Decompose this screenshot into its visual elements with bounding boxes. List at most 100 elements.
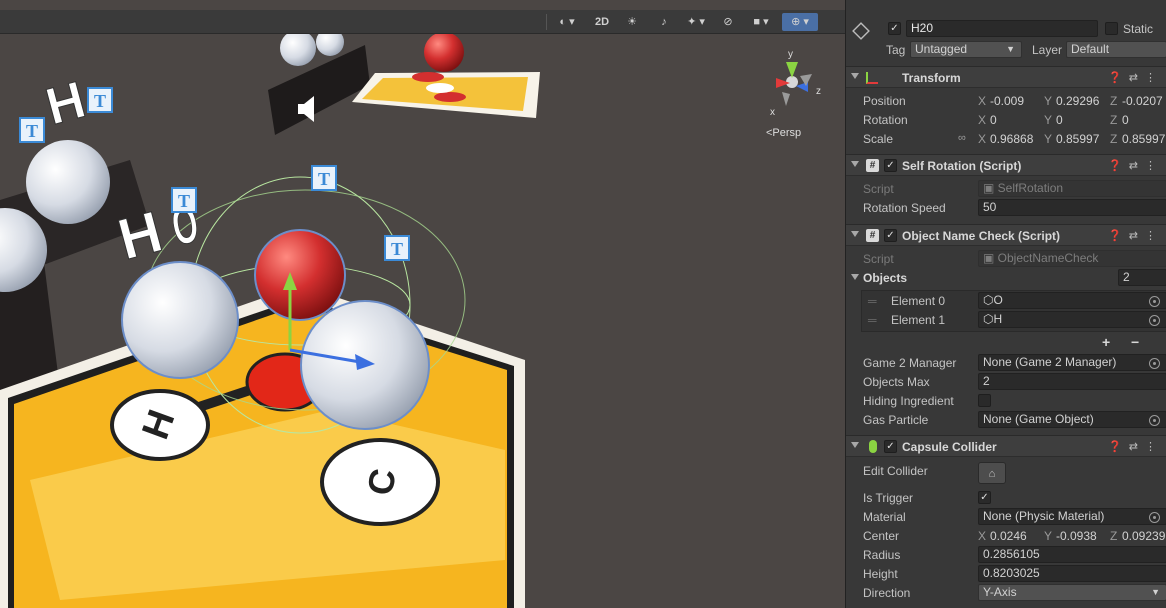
axis-x-label[interactable]: X xyxy=(978,94,986,108)
component-menu-icons[interactable]: ❓⇄⋮ xyxy=(1108,159,1163,172)
rotation-x-field[interactable]: 0 xyxy=(990,113,1040,127)
camera-settings-button[interactable]: ■ ▾ xyxy=(746,13,776,31)
object-picker-icon[interactable] xyxy=(1149,358,1160,369)
scale-x-field[interactable]: 0.96868 xyxy=(990,132,1040,146)
component-menu-icons[interactable]: ❓⇄⋮ xyxy=(1108,71,1163,84)
transform-header[interactable]: Transform ❓⇄⋮ xyxy=(846,66,1166,88)
remove-element-button[interactable]: − xyxy=(1131,334,1139,350)
layer-dropdown[interactable]: Default xyxy=(1066,41,1166,58)
rotation-z-field[interactable]: 0 xyxy=(1122,113,1166,127)
objects-count-input[interactable]: 2 xyxy=(1118,269,1166,286)
drag-handle-icon[interactable]: ═ xyxy=(868,313,877,327)
height-input[interactable]: 0.8203025 xyxy=(978,565,1166,582)
game-manager-field[interactable]: None (Game 2 Manager) xyxy=(978,354,1166,371)
oxygen-sphere xyxy=(254,229,346,321)
center-x-field[interactable]: 0.0246 xyxy=(990,529,1040,543)
axis-y-label[interactable]: Y xyxy=(1044,94,1052,108)
component-menu-icons[interactable]: ❓⇄⋮ xyxy=(1108,229,1163,242)
rotation-speed-input[interactable]: 50 xyxy=(978,199,1166,216)
axis-y-label[interactable]: Y xyxy=(1044,529,1052,543)
scene-canvas[interactable]: H C H H O T T T T T y x z xyxy=(0,0,845,608)
svg-text:T: T xyxy=(318,169,330,189)
self-rotation-enabled-checkbox[interactable]: ✓ xyxy=(884,159,897,172)
component-menu-icons[interactable]: ❓⇄⋮ xyxy=(1108,440,1163,453)
text-badge-4[interactable]: T xyxy=(311,165,337,191)
edit-collider-row: Edit Collider ⌂ xyxy=(846,462,1166,486)
object-name-input[interactable]: H20 xyxy=(906,20,1098,37)
objects-max-input[interactable]: 2 xyxy=(978,373,1166,390)
capsule-collider-header[interactable]: ✓ Capsule Collider ❓⇄⋮ xyxy=(846,435,1166,457)
text-badge-2[interactable]: T xyxy=(19,117,45,143)
edit-collider-button[interactable]: ⌂ xyxy=(978,462,1006,484)
drag-handle-icon[interactable]: ═ xyxy=(868,294,877,308)
visibility-icon: ⊘ xyxy=(723,16,733,28)
axis-z-label[interactable]: Z xyxy=(1110,113,1117,127)
self-rotation-header[interactable]: # ✓ Self Rotation (Script) ❓⇄⋮ xyxy=(846,154,1166,176)
projection-toggle[interactable]: <Persp xyxy=(766,127,801,139)
foldout-arrow-icon[interactable] xyxy=(851,442,859,448)
is-trigger-checkbox[interactable]: ✓ xyxy=(978,491,991,504)
rotation-y-field[interactable]: 0 xyxy=(1056,113,1106,127)
center-z-field[interactable]: 0.09239 xyxy=(1122,529,1166,543)
lighting-toggle-button[interactable]: ☀ xyxy=(622,13,642,31)
edit-collider-icon: ⌂ xyxy=(988,468,996,480)
name-check-enabled-checkbox[interactable]: ✓ xyxy=(884,229,897,242)
position-label: Position xyxy=(863,94,906,108)
text-badge-5[interactable]: T xyxy=(384,235,410,261)
axis-y-label[interactable]: Y xyxy=(1044,113,1052,127)
axis-y-label[interactable]: Y xyxy=(1044,132,1052,146)
axis-z-label[interactable]: Z xyxy=(1110,94,1117,108)
object-picker-icon[interactable] xyxy=(1149,415,1160,426)
axis-z-label[interactable]: Z xyxy=(1110,529,1117,543)
position-y-field[interactable]: 0.29296 xyxy=(1056,94,1106,108)
hiding-ingredient-checkbox[interactable] xyxy=(978,394,991,407)
direction-row: Direction Y-Axis ▼ xyxy=(846,584,1166,603)
foldout-arrow-icon[interactable] xyxy=(851,274,859,280)
scene-visibility-button[interactable]: ⊘ xyxy=(716,13,740,31)
axis-x-label[interactable]: X xyxy=(978,529,986,543)
shading-mode-icon: ◐ ▾ xyxy=(559,16,575,28)
object-picker-icon[interactable] xyxy=(1149,315,1160,326)
shading-mode-button[interactable]: ◐ ▾ xyxy=(552,13,582,31)
effects-icon: ✦ ▾ xyxy=(687,16,705,28)
static-checkbox[interactable] xyxy=(1105,22,1118,35)
text-badge-1[interactable]: T xyxy=(87,87,113,113)
foldout-arrow-icon[interactable] xyxy=(851,161,859,167)
object-name-check-header[interactable]: # ✓ Object Name Check (Script) ❓⇄⋮ xyxy=(846,224,1166,246)
object-active-checkbox[interactable]: ✓ xyxy=(888,22,901,35)
scale-z-field[interactable]: 0.85997 xyxy=(1122,132,1166,146)
center-y-field[interactable]: -0.0938 xyxy=(1056,529,1106,543)
object-picker-icon[interactable] xyxy=(1149,512,1160,523)
link-icon[interactable]: ∞ xyxy=(958,132,966,144)
capsule-collider-enabled-checkbox[interactable]: ✓ xyxy=(884,440,897,453)
add-element-button[interactable]: + xyxy=(1102,334,1110,350)
hiding-ingredient-label: Hiding Ingredient xyxy=(863,394,954,408)
material-field[interactable]: None (Physic Material) xyxy=(978,508,1166,525)
axis-x-label[interactable]: X xyxy=(978,132,986,146)
position-z-field[interactable]: -0.0207 xyxy=(1122,94,1166,108)
tag-dropdown[interactable]: Untagged ▼ xyxy=(910,41,1022,58)
text-badge-3[interactable]: T xyxy=(171,187,197,213)
foldout-arrow-icon[interactable] xyxy=(851,231,859,237)
scale-y-field[interactable]: 0.85997 xyxy=(1056,132,1106,146)
foldout-arrow-icon[interactable] xyxy=(851,73,859,79)
static-label[interactable]: Static xyxy=(1123,22,1153,36)
self-rotation-script-field: ▣ SelfRotation xyxy=(978,180,1166,197)
objects-label: Objects xyxy=(863,271,908,285)
axis-z-label[interactable]: Z xyxy=(1110,132,1117,146)
gas-particle-field[interactable]: None (Game Object) xyxy=(978,411,1166,428)
position-x-field[interactable]: -0.009 xyxy=(990,94,1040,108)
element-1-field[interactable]: ⬡H xyxy=(978,311,1166,328)
direction-dropdown[interactable]: Y-Axis ▼ xyxy=(978,584,1166,601)
2d-toggle-button[interactable]: 2D xyxy=(590,13,614,31)
object-picker-icon[interactable] xyxy=(1149,296,1160,307)
effects-button[interactable]: ✦ ▾ xyxy=(682,13,710,31)
axis-x-label[interactable]: X xyxy=(978,113,986,127)
rotation-row: Rotation X 0 Y 0 Z 0 xyxy=(846,111,1166,130)
element-0-field[interactable]: ⬡O xyxy=(978,292,1166,309)
radius-input[interactable]: 0.2856105 xyxy=(978,546,1166,563)
scene-view[interactable]: H C H H O T T T T T y x z ◐ ▾ 2D ☀ ♪ ✦ ▾… xyxy=(0,0,845,608)
objects-list-header[interactable]: Objects 2 xyxy=(846,269,1166,288)
gizmos-button[interactable]: ⊕ ▾ xyxy=(782,13,818,31)
audio-toggle-button[interactable]: ♪ xyxy=(654,13,674,31)
